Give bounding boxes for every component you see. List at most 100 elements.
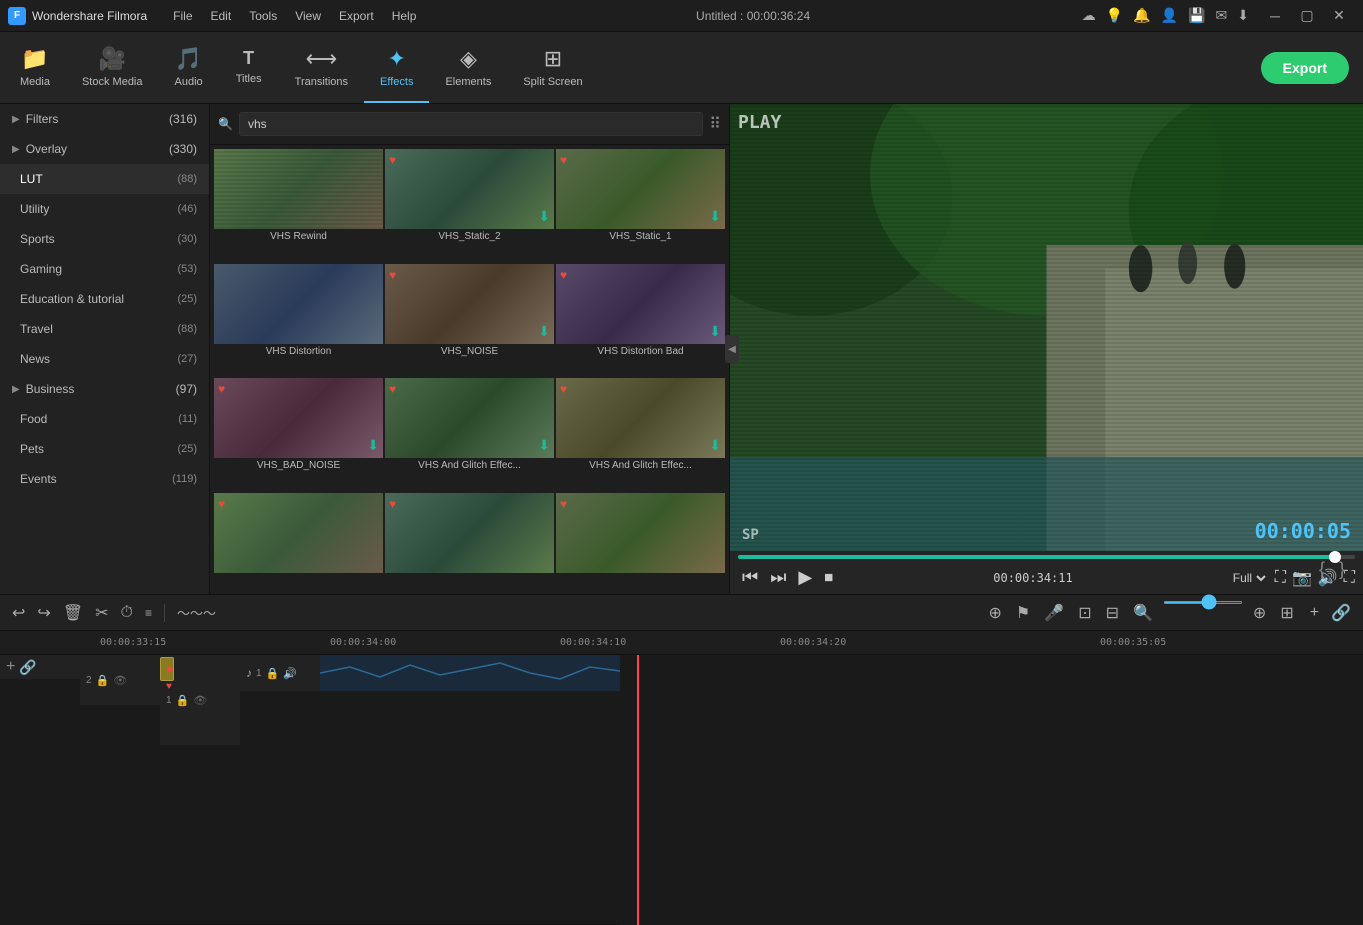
snap-icon[interactable]: ⊕ xyxy=(985,601,1006,625)
link-button[interactable]: 🔗 xyxy=(1327,601,1355,625)
track-overlay-eye[interactable]: 👁 xyxy=(113,674,127,687)
preview-progress-bar[interactable]: { } xyxy=(738,555,1355,559)
export-button[interactable]: Export xyxy=(1261,52,1349,84)
sidebar-item-events[interactable]: Events (119) xyxy=(0,464,209,494)
effect-item-vhs-distortion[interactable]: VHS Distortion xyxy=(214,264,383,377)
overlay-icon[interactable]: ⊡ xyxy=(1074,601,1095,625)
download-icon-1[interactable]: ⬇ xyxy=(538,208,550,225)
download-icon[interactable]: ⬇ xyxy=(1237,7,1249,24)
effect-item-vhs-bad-noise[interactable]: ♥ ⬇ VHS_BAD_NOISE xyxy=(214,378,383,491)
waveform-button[interactable]: 〜〜〜 xyxy=(173,601,220,624)
sidebar-item-filters[interactable]: ▶ Filters (316) xyxy=(0,104,209,134)
profile-icon[interactable]: 👤 xyxy=(1161,7,1178,24)
close-button[interactable]: ✕ xyxy=(1323,0,1355,32)
effect-item-row4-2[interactable]: ♥ xyxy=(385,493,554,591)
menu-file[interactable]: File xyxy=(165,7,200,25)
toolbar-stock-media[interactable]: 🎥 Stock Media xyxy=(66,32,159,103)
toolbar-effects[interactable]: ✦ Effects xyxy=(364,32,429,103)
sidebar-item-education[interactable]: Education & tutorial (25) xyxy=(0,284,209,314)
sidebar-item-business[interactable]: ▶ Business (97) xyxy=(0,374,209,404)
toolbar-audio[interactable]: 🎵 Audio xyxy=(159,32,219,103)
cut-button[interactable]: ✂ xyxy=(91,601,112,625)
grid-view-icon[interactable]: ⠿ xyxy=(709,114,721,134)
audio-detach-button[interactable]: ≡ xyxy=(141,604,156,622)
delete-button[interactable]: 🗑 xyxy=(59,601,87,625)
sidebar-item-lut[interactable]: LUT (88) xyxy=(0,164,209,194)
preview-camera-icon[interactable]: 📷 xyxy=(1292,568,1312,588)
preview-step-back-button[interactable]: ⏭ xyxy=(766,565,790,590)
track-video-eye[interactable]: 👁 xyxy=(193,694,207,707)
split-icon[interactable]: ⊟ xyxy=(1102,601,1123,625)
link-icon[interactable]: 🔗 xyxy=(19,659,36,676)
sidebar-item-gaming[interactable]: Gaming (53) xyxy=(0,254,209,284)
download-icon-5[interactable]: ⬇ xyxy=(367,437,379,454)
preview-out-point[interactable]: } xyxy=(1339,559,1345,580)
cloud-icon[interactable]: ☁ xyxy=(1082,7,1096,24)
preview-screen-icon[interactable]: ⛶ xyxy=(1275,569,1286,587)
maximize-button[interactable]: ▢ xyxy=(1291,0,1323,32)
sidebar-item-overlay[interactable]: ▶ Overlay (330) xyxy=(0,134,209,164)
sidebar-item-sports[interactable]: Sports (30) xyxy=(0,224,209,254)
menu-help[interactable]: Help xyxy=(384,7,425,25)
toolbar-media[interactable]: 📁 Media xyxy=(4,32,66,103)
speed-button[interactable]: ⏱ xyxy=(117,602,137,624)
track-overlay-lock[interactable]: 🔒 xyxy=(96,674,110,687)
preview-more-icon[interactable]: ⛶ xyxy=(1344,569,1355,587)
audio-icon[interactable]: 🔔 xyxy=(1133,7,1150,24)
flag-icon[interactable]: ⚑ xyxy=(1012,601,1034,625)
toolbar-elements[interactable]: ◈ Elements xyxy=(429,32,507,103)
overlay-clip[interactable]: ▶ VHS And Glitch Effect Vol 02 Overlay 1… xyxy=(160,657,174,681)
redo-button[interactable]: ↪ xyxy=(33,601,54,625)
add-media-button[interactable]: + xyxy=(1306,602,1323,624)
undo-button[interactable]: ↩ xyxy=(8,601,29,625)
effect-item-row4-1[interactable]: ♥ xyxy=(214,493,383,591)
effect-item-vhs-glitch-2[interactable]: ♥ ⬇ VHS And Glitch Effec... xyxy=(556,378,725,491)
menu-edit[interactable]: Edit xyxy=(203,7,240,25)
effect-item-vhs-rewind[interactable]: VHS Rewind xyxy=(214,149,383,262)
track-video-lock[interactable]: 🔒 xyxy=(176,694,190,707)
sidebar-item-news[interactable]: News (27) xyxy=(0,344,209,374)
food-label: Food xyxy=(20,412,47,426)
effect-item-row4-3[interactable]: ♥ xyxy=(556,493,725,591)
toolbar-titles[interactable]: T Titles xyxy=(219,32,279,103)
toolbar-split-screen[interactable]: ⊞ Split Screen xyxy=(507,32,598,103)
preview-quality-select[interactable]: Full xyxy=(1229,570,1269,586)
zoom-out-icon[interactable]: 🔍 xyxy=(1129,601,1157,625)
sidebar-item-pets[interactable]: Pets (25) xyxy=(0,434,209,464)
track-audio-lock[interactable]: 🔒 xyxy=(266,667,280,680)
preview-play-button[interactable]: ▶ xyxy=(794,565,816,590)
zoom-slider[interactable] xyxy=(1163,601,1243,604)
minimize-button[interactable]: ─ xyxy=(1259,0,1291,32)
effect-item-vhs-static-1[interactable]: ♥ ⬇ VHS_Static_1 xyxy=(556,149,725,262)
download-icon-6[interactable]: ⬇ xyxy=(538,437,550,454)
mic-icon[interactable]: 🎤 xyxy=(1040,601,1068,625)
add-track-icon[interactable]: ⊞ xyxy=(1276,601,1297,625)
download-icon-4[interactable]: ⬇ xyxy=(709,323,721,340)
add-media-icon[interactable]: + xyxy=(6,658,15,676)
preview-stop-button[interactable]: ⏹ xyxy=(820,565,837,590)
effect-item-vhs-glitch-1[interactable]: ♥ ⬇ VHS And Glitch Effec... xyxy=(385,378,554,491)
toolbar-transitions[interactable]: ⟷ Transitions xyxy=(279,32,364,103)
menu-tools[interactable]: Tools xyxy=(241,7,285,25)
share-icon[interactable]: ✉ xyxy=(1216,7,1228,24)
search-input[interactable] xyxy=(239,112,703,136)
sidebar-item-travel[interactable]: Travel (88) xyxy=(0,314,209,344)
save-icon[interactable]: 💾 xyxy=(1188,7,1205,24)
preview-in-point[interactable]: { xyxy=(1319,559,1325,580)
effect-item-vhs-noise[interactable]: ♥ ⬇ VHS_NOISE xyxy=(385,264,554,377)
overlay-clip-heart-row: ♥ xyxy=(166,681,172,692)
download-icon-7[interactable]: ⬇ xyxy=(709,437,721,454)
sidebar-item-utility[interactable]: Utility (46) xyxy=(0,194,209,224)
effect-item-vhs-static-2[interactable]: ♥ ⬇ VHS_Static_2 xyxy=(385,149,554,262)
download-icon-2[interactable]: ⬇ xyxy=(709,208,721,225)
sidebar-item-food[interactable]: Food (11) xyxy=(0,404,209,434)
menu-export[interactable]: Export xyxy=(331,7,382,25)
preview-rewind-button[interactable]: ⏮ xyxy=(738,565,762,590)
theme-icon[interactable]: 💡 xyxy=(1106,7,1123,24)
track-audio-eye[interactable]: 🔊 xyxy=(283,667,297,680)
zoom-in-icon[interactable]: ⊕ xyxy=(1249,601,1270,625)
download-icon-3[interactable]: ⬇ xyxy=(538,323,550,340)
panel-collapse-button[interactable]: ◀ xyxy=(725,335,739,363)
effect-item-vhs-distortion-bad[interactable]: ♥ ⬇ VHS Distortion Bad xyxy=(556,264,725,377)
menu-view[interactable]: View xyxy=(287,7,329,25)
